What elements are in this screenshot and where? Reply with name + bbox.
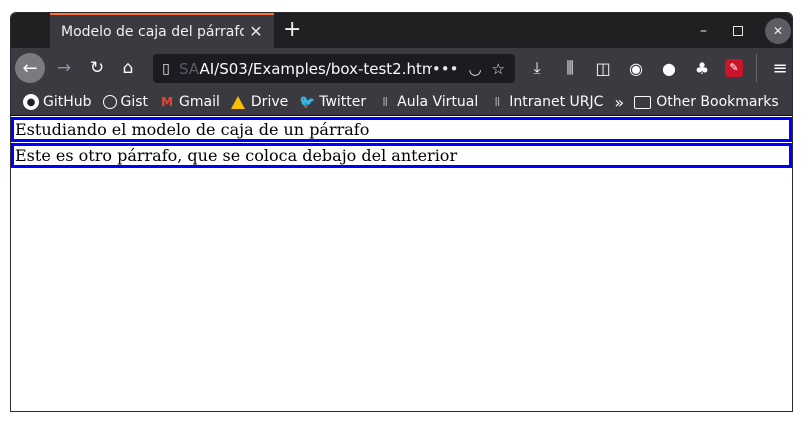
menu-icon[interactable]: ≡ [770, 58, 790, 79]
bookmark-label: GitHub [43, 94, 92, 110]
bookmark-twitter[interactable]: 🐦 Twitter [299, 94, 366, 110]
close-window-button[interactable]: ✕ [765, 18, 791, 44]
tab-strip: Modelo de caja del párrafo ✕ + – ✕ [11, 13, 792, 48]
browser-window: Modelo de caja del párrafo ✕ + – ✕ ← → ↻… [10, 12, 793, 412]
globe-icon [102, 95, 117, 109]
gnome-icon[interactable]: ♣ [692, 59, 712, 78]
tab-close-icon[interactable]: ✕ [244, 22, 268, 41]
bookmark-star-icon[interactable]: ☆ [492, 60, 505, 78]
bookmark-other[interactable]: Other Bookmarks [634, 94, 779, 110]
toolbar-separator [756, 54, 757, 82]
bookmark-label: Gist [120, 94, 149, 110]
bookmark-github[interactable]: ● GitHub [23, 94, 92, 110]
github-icon[interactable]: ● [659, 59, 679, 78]
bookmark-drive[interactable]: Drive [230, 94, 289, 110]
maximize-button[interactable] [733, 13, 743, 48]
pocket-icon[interactable]: ◡ [468, 60, 481, 78]
minimize-button[interactable]: – [700, 13, 707, 48]
page-content: Estudiando el modelo de caja de un párra… [11, 116, 792, 411]
urjc-icon: Ⅱ [382, 95, 389, 109]
home-button[interactable]: ⌂ [116, 54, 140, 82]
forward-button[interactable]: → [52, 54, 76, 82]
bookmark-label: Twitter [319, 94, 367, 110]
bookmark-label: Aula Virtual [397, 94, 479, 110]
page-info-icon[interactable]: ▯ [153, 61, 179, 77]
tab-title: Modelo de caja del párrafo [61, 23, 244, 40]
extension-icon[interactable]: ✎ [725, 59, 743, 77]
library-icon[interactable]: ⫼ [560, 58, 580, 78]
reload-button[interactable]: ↻ [85, 54, 109, 82]
url-path: AI/S03/Examples/box-test2.html [199, 59, 432, 78]
paragraph-2: Este es otro párrafo, que se coloca deba… [11, 143, 792, 168]
new-tab-button[interactable]: + [283, 17, 301, 43]
page-actions-icon[interactable]: ••• [432, 60, 459, 78]
bookmark-gist[interactable]: Gist [102, 94, 149, 110]
drive-icon [230, 95, 245, 109]
navigation-toolbar: ← → ↻ ⌂ ▯ SAAI/S03/Examples/box-test2.ht… [11, 48, 792, 89]
bookmark-label: Gmail [179, 94, 220, 110]
bookmarks-bar: ● GitHub Gist M Gmail Drive 🐦 Twitter Ⅱ Aula… [11, 89, 792, 116]
paragraph-1: Estudiando el modelo de caja de un párra… [11, 117, 792, 142]
tab-active[interactable]: Modelo de caja del párrafo ✕ [50, 13, 274, 48]
bookmark-gmail[interactable]: M Gmail [159, 94, 220, 110]
gmail-icon: M [161, 95, 174, 109]
download-icon[interactable]: ⤓ [527, 58, 547, 78]
back-button[interactable]: ← [15, 53, 45, 83]
bookmark-intranet-urjc[interactable]: Ⅱ Intranet URJC [489, 94, 603, 110]
urjc-icon: Ⅱ [494, 95, 501, 109]
bookmark-label: Other Bookmarks [656, 94, 779, 110]
maximize-icon [733, 25, 743, 36]
bookmarks-overflow-icon[interactable]: » [614, 93, 624, 112]
twitter-icon: 🐦 [299, 94, 316, 110]
bookmark-label: Intranet URJC [509, 94, 604, 110]
sidebar-icon[interactable]: ◫ [593, 59, 613, 78]
github-icon: ● [23, 94, 39, 110]
bookmark-label: Drive [250, 94, 289, 110]
url-bar[interactable]: ▯ SAAI/S03/Examples/box-test2.html ••• ◡… [153, 54, 515, 83]
page-actions: ••• ◡ ☆ [432, 60, 515, 78]
bookmark-aula-virtual[interactable]: Ⅱ Aula Virtual [377, 94, 478, 110]
url-text[interactable]: SAAI/S03/Examples/box-test2.html [179, 60, 432, 78]
account-icon[interactable]: ◉ [626, 59, 646, 78]
toolbar-icons: ⤓ ⫼ ◫ ◉ ● ♣ ✎ ≡ [527, 54, 790, 82]
folder-icon [634, 95, 652, 109]
url-faded-prefix: SA [179, 59, 200, 78]
